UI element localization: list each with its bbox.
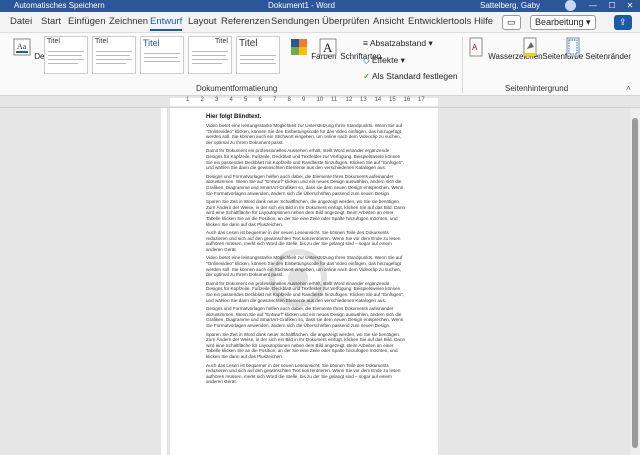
effekte-button[interactable]: ◇ Effekte ▾ (363, 55, 405, 66)
ruler-number: 9 (302, 97, 306, 103)
tab-layout[interactable]: Layout (188, 16, 217, 27)
page-borders-icon (566, 37, 580, 57)
designs-button[interactable]: Aa Designs (12, 37, 63, 61)
group-separator (462, 37, 463, 93)
tab-datei[interactable]: Datei (10, 16, 32, 27)
checkmark-icon: ✓ (363, 71, 373, 81)
tab-entwicklertools[interactable]: Entwicklertools (408, 16, 471, 27)
paragraph: Designs und Formatvorlagen helfen auch d… (206, 306, 404, 328)
document-body[interactable]: Hier folgt Blindtext. Video bietet eine … (206, 114, 406, 388)
seitenfarbe-button[interactable]: Seitenfarbe (520, 37, 583, 61)
editing-mode-button[interactable]: Bearbeitung ▾ (530, 15, 596, 30)
paragraph: Sparen Sie Zeit in Word dank neuer Schal… (206, 331, 406, 359)
paragraph: Sparen Sie Zeit in Word dank neuer Schal… (206, 199, 406, 227)
designs-icon: Aa (13, 38, 31, 56)
schriftarten-button[interactable]: A Schriftarten (318, 37, 381, 61)
ruler-number: 7 (273, 97, 277, 103)
ribbon: Aa Designs Titel Titel Titel Titel Titel… (0, 33, 640, 96)
ruler-number: 4 (229, 97, 233, 103)
paragraph: Damit Ihr Dokument ein professionelles A… (206, 148, 405, 171)
autosave-toggle[interactable]: Automatisches Speichern (14, 1, 105, 10)
ruler-number: 5 (244, 97, 248, 103)
ruler-number: 1 (186, 97, 190, 103)
ruler-number: 10 (316, 97, 324, 103)
horizontal-ruler[interactable]: 1 2 3 4 5 6 7 8 9 10 11 12 13 14 15 16 17 (0, 96, 640, 108)
ruler-number: 11 (331, 97, 338, 103)
tab-einfuegen[interactable]: Einfügen (68, 16, 106, 27)
tab-zeichnen[interactable]: Zeichnen (109, 16, 148, 27)
style-set-gallery: Titel Titel Titel Titel Titel (44, 36, 284, 78)
tab-start[interactable]: Start (41, 16, 61, 27)
ruler-number: 6 (258, 97, 262, 103)
paragraph: Video bietet eine leistungsstarke Möglic… (206, 123, 403, 145)
svg-text:Aa: Aa (17, 42, 27, 51)
tab-hilfe[interactable]: Hilfe (474, 16, 493, 27)
tab-referenzen[interactable]: Referenzen (221, 16, 270, 27)
vertical-scrollbar[interactable] (630, 108, 640, 455)
close-button[interactable]: ✕ (621, 0, 639, 12)
style-set-3[interactable]: Titel (140, 36, 184, 74)
tab-sendungen[interactable]: Sendungen (271, 16, 320, 27)
fonts-icon: A (319, 38, 337, 56)
group-label-seitenhintergrund: Seitenhintergrund (505, 84, 569, 93)
title-bar: Automatisches Speichern Dokument1 - Word… (0, 0, 640, 12)
set-default-button[interactable]: ✓ Als Standard festlegen (363, 71, 458, 82)
document-page[interactable]: Hier folgt Blindtext. Video bietet eine … (170, 108, 438, 455)
style-set-5[interactable]: Titel (236, 36, 280, 74)
watermark-icon: A (469, 37, 483, 57)
comments-button[interactable]: ▭ (502, 15, 521, 30)
ruler-number: 16 (403, 97, 411, 103)
farben-button[interactable]: Farben (289, 37, 337, 61)
tab-entwurf[interactable]: Entwurf (150, 16, 183, 31)
colors-icon (291, 39, 307, 55)
share-button[interactable]: ⇪ (614, 15, 632, 30)
paragraph: Designs und Formatvorlagen helfen auch d… (206, 173, 404, 196)
avatar[interactable] (565, 0, 576, 11)
ruler-number: 12 (345, 97, 353, 103)
svg-text:A: A (323, 40, 333, 55)
ruler-number: 14 (374, 97, 382, 103)
page-color-icon (523, 37, 537, 57)
svg-text:A: A (472, 43, 478, 52)
ruler-number: 17 (418, 97, 425, 103)
style-set-2[interactable]: Titel (92, 36, 136, 74)
style-set-4[interactable]: Titel (188, 36, 232, 74)
document-title: Dokument1 - Word (268, 1, 335, 10)
paragraph: Auch das Lesen ist bequemer in der neuen… (206, 230, 401, 252)
paragraph-spacing-icon: ≡ (363, 38, 370, 48)
ruler-number: 13 (360, 97, 367, 103)
paragraph: Damit Ihr Dokument ein professionelles A… (206, 280, 405, 303)
wasserzeichen-button[interactable]: A Wasserzeichen (466, 37, 543, 61)
paragraph: Video bietet eine leistungsstarke Möglic… (206, 255, 403, 278)
seitenraender-button[interactable]: Seitenränder (563, 37, 631, 61)
ruler-number: 8 (287, 97, 291, 103)
minimize-button[interactable]: — (584, 0, 602, 12)
tab-ansicht[interactable]: Ansicht (373, 16, 404, 27)
scrollbar-thumb[interactable] (632, 118, 638, 448)
user-name[interactable]: Sattelberg, Gaby (480, 1, 540, 10)
paragraph: Auch das Lesen ist bequemer in der neuen… (206, 362, 401, 385)
absatzabstand-button[interactable]: ≡ Absatzabstand ▾ (363, 38, 433, 49)
ruler-number: 15 (389, 97, 396, 103)
style-set-1[interactable]: Titel (44, 36, 88, 74)
document-heading: Hier folgt Blindtext. (206, 114, 262, 120)
maximize-button[interactable]: ☐ (603, 0, 621, 12)
ribbon-tabs: Datei Start Einfügen Zeichnen Entwurf La… (0, 12, 640, 33)
group-label-dokumentformatierung: Dokumentformatierung (196, 84, 278, 93)
tab-ueberpruefen[interactable]: Überprüfen (322, 16, 370, 27)
collapse-ribbon-icon[interactable]: ˄ (626, 83, 631, 93)
seitenraender-label: Seitenränder (585, 52, 632, 61)
ruler-number: 2 (200, 97, 204, 103)
vertical-ruler (161, 108, 168, 455)
ruler-number: 3 (215, 97, 219, 103)
effects-icon: ◇ (363, 55, 372, 65)
